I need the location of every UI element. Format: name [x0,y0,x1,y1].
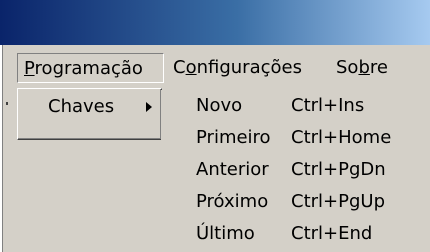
menu-configuracoes[interactable]: Configurações [167,53,308,83]
submenu-item-label: Próximo [196,191,269,212]
submenu-item-shortcut: Ctrl+PgDn [291,159,386,180]
submenu-item-label: Primeiro [196,127,271,148]
programacao-dropdown: Chaves [17,88,162,140]
menu-configuracoes-label: Configurações [173,57,302,78]
submenu-arrow-icon [146,102,152,112]
menu-item-chaves-label: Chaves [48,96,115,117]
submenu-item-anterior[interactable]: Anterior Ctrl+PgDn [161,154,430,186]
submenu-item-label: Anterior [196,159,269,180]
submenu-item-proximo[interactable]: Próximo Ctrl+PgUp [161,186,430,218]
menu-bar: Programação Configurações Sobre [3,45,430,90]
submenu-item-shortcut: Ctrl+End [291,223,373,244]
title-bar[interactable] [0,0,430,45]
submenu-item-shortcut: Ctrl+Home [291,127,392,148]
chaves-submenu: Novo Ctrl+Ins Primeiro Ctrl+Home Anterio… [161,90,430,252]
menu-sobre-label: Sobre [336,57,388,78]
submenu-item-ultimo[interactable]: Último Ctrl+End [161,218,430,250]
edge-mark [6,102,8,105]
submenu-item-label: Novo [196,95,243,116]
submenu-item-shortcut: Ctrl+Ins [291,95,365,116]
submenu-item-novo[interactable]: Novo Ctrl+Ins [161,90,430,122]
menu-programacao[interactable]: Programação [17,53,164,83]
menu-programacao-label: Programação [24,58,143,79]
menu-sobre[interactable]: Sobre [330,53,394,83]
submenu-item-label: Último [196,223,255,244]
submenu-item-shortcut: Ctrl+PgUp [291,191,385,212]
menu-item-chaves[interactable]: Chaves [24,92,154,122]
submenu-item-primeiro[interactable]: Primeiro Ctrl+Home [161,122,430,154]
